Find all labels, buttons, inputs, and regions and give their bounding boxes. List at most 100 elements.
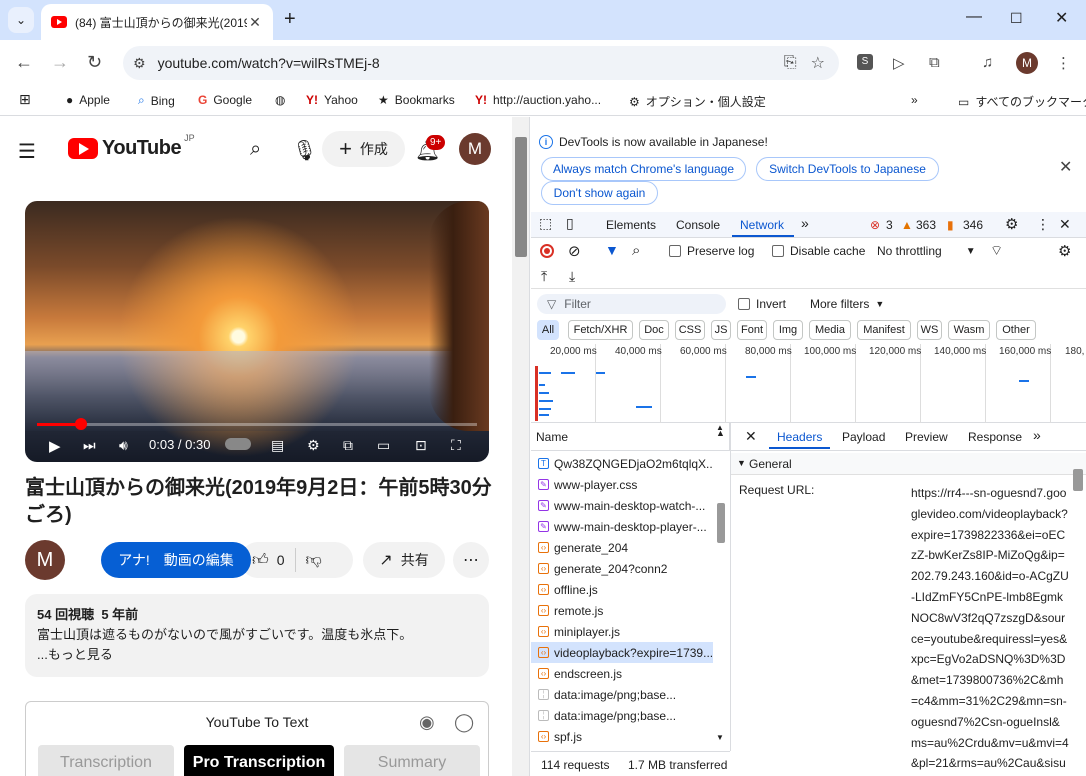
- bookmark-yahoo[interactable]: Y! Yahoo: [306, 93, 358, 107]
- filter-type-media[interactable]: Media: [809, 320, 851, 340]
- import-har-icon[interactable]: ⤒: [541, 268, 547, 285]
- media-control-icon[interactable]: ♫: [982, 54, 993, 71]
- bookmark-bing[interactable]: ⌕ Bing: [138, 93, 175, 108]
- request-row[interactable]: ‹› videoplayback?expire=1739...: [531, 642, 713, 663]
- request-row[interactable]: ‹› offline.js: [531, 579, 713, 600]
- share-button[interactable]: ↗ 共有: [363, 542, 445, 578]
- name-header[interactable]: Name: [536, 430, 568, 444]
- close-detail-icon[interactable]: ✕: [745, 428, 757, 445]
- more-filters-dropdown[interactable]: More filters ▼: [810, 297, 884, 311]
- address-bar[interactable]: ⚙ youtube.com/watch?v=wilRsTMEj-8 ⎘ ☆: [123, 46, 839, 80]
- more-actions-button[interactable]: ⋯: [453, 542, 489, 578]
- request-row[interactable]: ✎ www-main-desktop-player-...: [531, 516, 713, 537]
- warning-count[interactable]: 363: [916, 218, 936, 232]
- detail-scrollbar[interactable]: [1072, 465, 1084, 775]
- miniplayer-icon[interactable]: ⧉: [343, 437, 353, 454]
- scroll-down-icon[interactable]: ▼: [716, 733, 724, 742]
- tab-summary[interactable]: Summary: [344, 745, 480, 776]
- minimize-button[interactable]: —: [966, 8, 982, 26]
- progress-bar[interactable]: [37, 418, 477, 430]
- request-row[interactable]: ╎ data:image/png;base...: [531, 684, 713, 705]
- filter-type-all[interactable]: All: [537, 320, 559, 340]
- more-tabs-icon[interactable]: »: [1033, 427, 1041, 443]
- all-bookmarks[interactable]: ▭ すべてのブックマーク: [958, 93, 1086, 110]
- play-icon[interactable]: ▶: [49, 437, 61, 455]
- search-icon[interactable]: ⌕: [632, 242, 640, 259]
- error-count[interactable]: 3: [886, 218, 893, 232]
- tab-console[interactable]: Console: [676, 218, 720, 232]
- request-row[interactable]: ‹› remote.js: [531, 600, 713, 621]
- description-box[interactable]: 54 回視聴 5 年前 富士山頂は遮るものがないので風がすごいです。温度も氷点下…: [25, 594, 489, 677]
- request-list-scrollbar[interactable]: ▲ ▼: [714, 423, 728, 745]
- page-scrollbar[interactable]: [512, 117, 529, 776]
- filter-type-img[interactable]: Img: [773, 320, 803, 340]
- throttling-select[interactable]: No throttling ▼: [877, 244, 976, 258]
- close-window-button[interactable]: ✕: [1055, 8, 1068, 28]
- extensions-puzzle-icon[interactable]: ⧉: [929, 54, 940, 71]
- video-player[interactable]: ▶ ⏭︎ 🔊︎ 0:03 / 0:30 ▤ ⚙ ⧉ ▭ ⊡ ⛶: [25, 201, 489, 462]
- bookmark-options[interactable]: ⚙ オプション・個人設定: [629, 93, 766, 110]
- dont-show-again-button[interactable]: Don't show again: [541, 181, 658, 205]
- filter-type-fetch-xhr[interactable]: Fetch/XHR: [568, 320, 633, 340]
- request-row[interactable]: ✎ www-player.css: [531, 474, 713, 495]
- tab-active[interactable]: (84) 富士山頂からの御来光(2019年9月 ✕: [41, 4, 273, 40]
- kebab-menu-icon[interactable]: ⋮: [1056, 54, 1071, 72]
- scroll-up-icon[interactable]: ▲: [716, 423, 724, 432]
- close-icon[interactable]: ✕: [247, 14, 263, 31]
- channel-avatar[interactable]: M: [25, 540, 65, 580]
- warning-icon[interactable]: ▲: [901, 218, 913, 232]
- forward-button[interactable]: →: [51, 52, 69, 73]
- checkbox[interactable]: [772, 245, 784, 257]
- edit-video-button[interactable]: アナ! 動画の編集: [101, 542, 251, 578]
- network-timeline[interactable]: 20,000 ms 40,000 ms 60,000 ms 80,000 ms …: [531, 344, 1086, 423]
- maximize-button[interactable]: ☐: [1010, 10, 1023, 27]
- filter-type-css[interactable]: CSS: [675, 320, 705, 340]
- request-row[interactable]: ╎ data:image/png;base...: [531, 705, 713, 726]
- settings-gear-icon[interactable]: ⚙: [307, 437, 320, 454]
- tab-transcription[interactable]: Transcription: [38, 745, 174, 776]
- tab-search-button[interactable]: ⌄: [8, 7, 34, 33]
- export-har-icon[interactable]: ⤓: [569, 268, 575, 285]
- invert-checkbox[interactable]: Invert: [738, 297, 786, 311]
- switch-japanese-button[interactable]: Switch DevTools to Japanese: [756, 157, 939, 181]
- like-icon[interactable]: 👍︎: [252, 551, 269, 570]
- device-toolbar-icon[interactable]: ▯: [566, 215, 574, 232]
- request-row[interactable]: ‹› miniplayer.js: [531, 621, 713, 642]
- record-button[interactable]: [540, 244, 554, 258]
- preserve-log-checkbox[interactable]: Preserve log: [669, 244, 754, 258]
- more-tabs-icon[interactable]: »: [801, 215, 809, 231]
- checkbox[interactable]: [738, 298, 750, 310]
- tab-response[interactable]: Response: [968, 430, 1022, 444]
- request-row[interactable]: T Qw38ZQNGEDjaO2m6tqlqX...: [531, 453, 713, 474]
- filter-funnel-icon[interactable]: ▼: [605, 242, 619, 258]
- request-row[interactable]: ✎ www-main-desktop-watch-...: [531, 495, 713, 516]
- tab-headers[interactable]: Headers: [777, 430, 822, 444]
- error-icon[interactable]: ⊗: [870, 218, 880, 232]
- network-settings-gear-icon[interactable]: ⚙: [1058, 242, 1071, 260]
- filter-type-js[interactable]: JS: [711, 320, 731, 340]
- filter-type-other[interactable]: Other: [996, 320, 1036, 340]
- extension-s-icon[interactable]: S: [857, 54, 873, 70]
- create-button[interactable]: + 作成: [322, 131, 405, 167]
- tab-elements[interactable]: Elements: [606, 218, 656, 232]
- install-icon[interactable]: ⎘: [784, 54, 797, 72]
- bookmarks-overflow-icon[interactable]: »: [911, 93, 918, 107]
- bookmark-apple[interactable]: ● Apple: [66, 93, 110, 107]
- tab-pro-transcription[interactable]: Pro Transcription: [184, 745, 334, 776]
- bookmark-google[interactable]: G Google: [198, 93, 252, 107]
- match-language-button[interactable]: Always match Chrome's language: [541, 157, 746, 181]
- account-avatar[interactable]: M: [459, 133, 491, 165]
- bookmark-auction[interactable]: Y! http://auction.yaho...: [475, 93, 601, 107]
- settings-gear-icon[interactable]: ⚙: [1005, 215, 1018, 233]
- search-icon[interactable]: ⌕: [250, 138, 261, 161]
- filter-type-manifest[interactable]: Manifest: [857, 320, 911, 340]
- issues-count[interactable]: 346: [963, 218, 983, 232]
- cast-icon[interactable]: ⊡: [415, 437, 427, 454]
- disable-cache-checkbox[interactable]: Disable cache: [772, 244, 865, 258]
- show-more-link[interactable]: ...もっと見る: [37, 645, 477, 665]
- filter-type-font[interactable]: Font: [737, 320, 767, 340]
- filter-type-wasm[interactable]: Wasm: [948, 320, 990, 340]
- general-section-header[interactable]: ▼ General: [731, 453, 1086, 475]
- youtube-logo[interactable]: YouTube JP: [68, 133, 195, 160]
- user-icon[interactable]: ◯: [454, 712, 474, 733]
